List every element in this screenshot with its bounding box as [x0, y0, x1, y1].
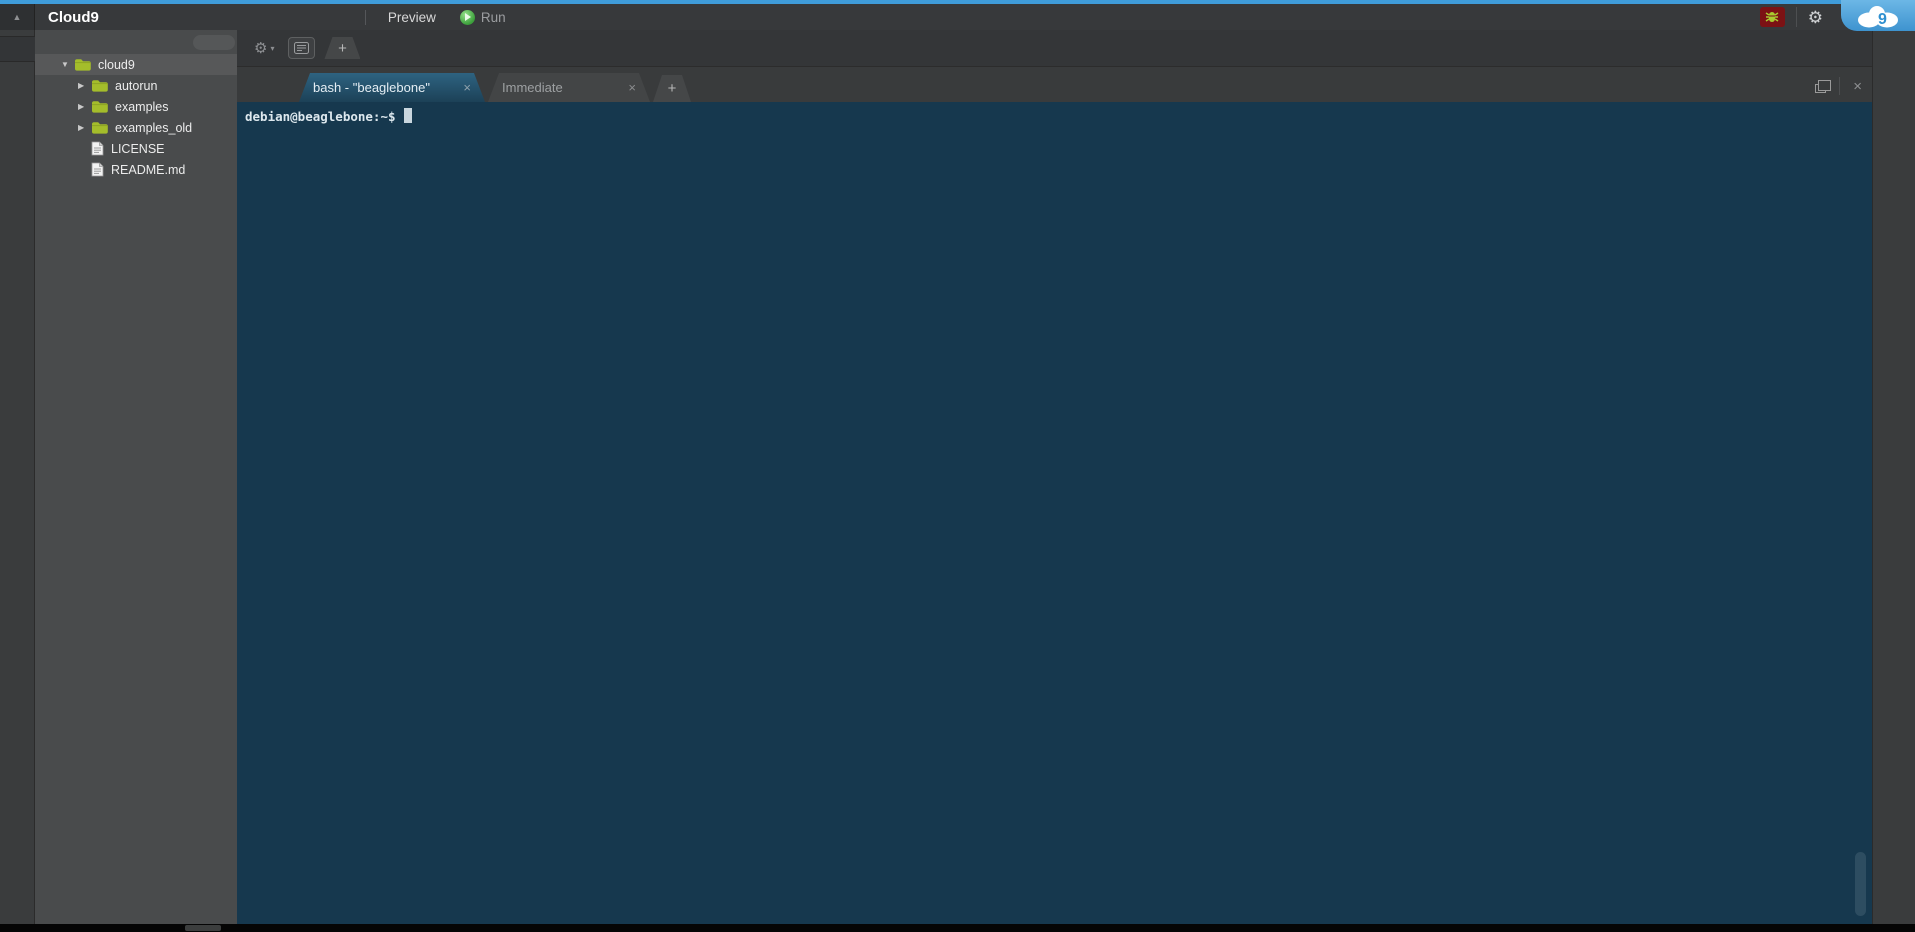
- tree-row[interactable]: LICENSE: [35, 138, 237, 159]
- file-type-icon: [91, 121, 108, 134]
- tree-row-label: autorun: [115, 79, 157, 93]
- svg-text:9: 9: [1878, 11, 1887, 28]
- tree-panel-grip[interactable]: [193, 35, 235, 50]
- tree-row-label: README.md: [111, 163, 185, 177]
- close-pane-icon[interactable]: ×: [1853, 79, 1862, 94]
- up-arrow-icon: ▲: [13, 12, 22, 22]
- console-tab-label: bash - "beaglebone": [313, 80, 430, 95]
- console-tab-label: Immediate: [502, 80, 563, 95]
- console-tabs: bash - "beaglebone" × Immediate ×: [299, 73, 653, 102]
- left-rail: [0, 30, 35, 924]
- expand-caret-icon[interactable]: [61, 60, 74, 69]
- debug-bug-button[interactable]: [1760, 7, 1785, 27]
- plus-icon: +: [338, 40, 347, 57]
- file-tree: cloud9 autorun examples examples_old: [35, 54, 237, 180]
- console-tab[interactable]: Immediate ×: [488, 73, 650, 102]
- pane-controls: ×: [1815, 77, 1862, 95]
- file-tree-header: [35, 30, 237, 54]
- gear-icon: ⚙: [254, 39, 267, 57]
- run-button-label: Run: [481, 10, 506, 25]
- collapse-menubar-button[interactable]: ▲: [0, 4, 35, 30]
- console-list-icon: [294, 42, 309, 54]
- plus-icon: +: [668, 80, 677, 97]
- new-pane-button[interactable]: +: [324, 37, 360, 59]
- play-icon: [460, 10, 475, 25]
- right-rail: [1872, 30, 1915, 924]
- terminal-cursor: [404, 108, 412, 123]
- run-button[interactable]: Run: [460, 10, 506, 25]
- file-type-icon: [74, 58, 91, 71]
- tree-row[interactable]: examples: [35, 96, 237, 117]
- file-type-icon: [91, 162, 104, 177]
- menu-bar: ▲ Cloud9 Preview Run ⚙: [0, 4, 1915, 30]
- file-type-icon: [91, 141, 104, 156]
- new-tab-button[interactable]: +: [653, 75, 691, 102]
- menubar-divider: [1796, 7, 1797, 27]
- cloud9-account-button[interactable]: 9: [1841, 0, 1915, 31]
- tree-row[interactable]: cloud9: [35, 54, 237, 75]
- file-tree-panel: cloud9 autorun examples examples_old: [35, 30, 237, 924]
- tree-row-label: examples_old: [115, 121, 192, 135]
- file-type-icon: [91, 100, 108, 113]
- left-rail-tab[interactable]: [0, 36, 35, 62]
- bug-icon: [1764, 10, 1780, 24]
- file-type-icon: [91, 79, 108, 92]
- menubar-divider: [365, 10, 366, 25]
- console-tab[interactable]: bash - "beaglebone" ×: [299, 73, 485, 102]
- terminal[interactable]: debian@beaglebone:~$: [237, 102, 1872, 924]
- settings-gear-button[interactable]: ⚙: [1808, 9, 1823, 26]
- cloud9-cloud-icon: 9: [1854, 3, 1902, 29]
- expand-caret-icon[interactable]: [78, 81, 91, 90]
- console-settings-button[interactable]: ⚙ ▾: [254, 39, 274, 57]
- toggle-console-button[interactable]: [288, 37, 315, 59]
- console-tab-row: bash - "beaglebone" × Immediate × + ×: [237, 67, 1872, 102]
- pane-controls-divider: [1839, 77, 1840, 95]
- tree-row-label: cloud9: [98, 58, 135, 72]
- tree-row[interactable]: autorun: [35, 75, 237, 96]
- bottom-strip: [0, 924, 1915, 932]
- terminal-prompt: debian@beaglebone:~$: [245, 109, 403, 124]
- terminal-scrollbar-thumb[interactable]: [1855, 852, 1866, 916]
- expand-caret-icon[interactable]: [78, 102, 91, 111]
- maximize-pane-icon[interactable]: [1815, 84, 1826, 93]
- chevron-down-icon: ▾: [270, 44, 274, 53]
- console-toolbar: ⚙ ▾ +: [237, 30, 1872, 67]
- tree-row[interactable]: examples_old: [35, 117, 237, 138]
- terminal-prompt-line: debian@beaglebone:~$: [245, 108, 1862, 127]
- expand-caret-icon[interactable]: [78, 123, 91, 132]
- close-icon[interactable]: ×: [628, 80, 636, 95]
- tree-row[interactable]: README.md: [35, 159, 237, 180]
- horizontal-scrollbar-thumb[interactable]: [185, 925, 221, 931]
- cloud9-logo-text: Cloud9: [35, 9, 115, 26]
- preview-button[interactable]: Preview: [378, 10, 446, 25]
- close-icon[interactable]: ×: [463, 80, 471, 95]
- console-area: ⚙ ▾ + bash - "beaglebone" ×: [237, 30, 1872, 924]
- tree-row-label: examples: [115, 100, 169, 114]
- top-accent-strip: [0, 0, 1915, 4]
- cloud9-ide: ▲ Cloud9 Preview Run ⚙: [0, 0, 1915, 932]
- tree-row-label: LICENSE: [111, 142, 165, 156]
